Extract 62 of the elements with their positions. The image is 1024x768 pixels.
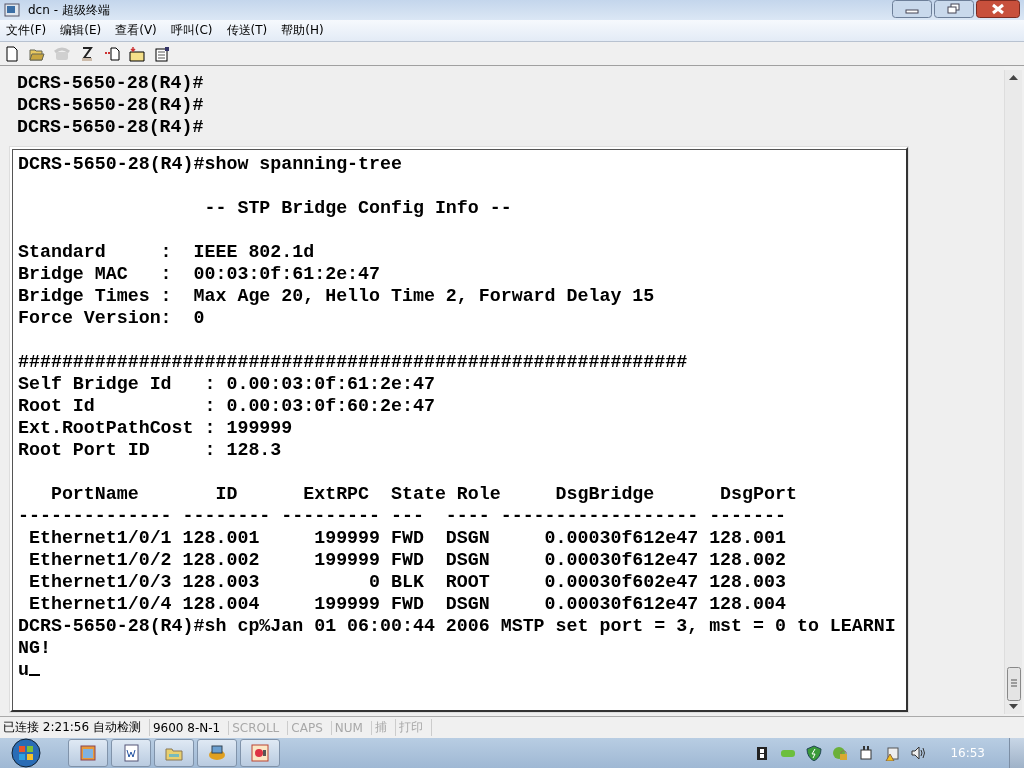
terminal-line: Ext.RootPathCost : 199999	[18, 417, 293, 439]
window-title: dcn - 超级终端	[28, 1, 111, 19]
minimize-button[interactable]	[892, 0, 932, 18]
status-field: 已连接 2:21:56 自动检测	[0, 719, 150, 736]
power-plug-icon[interactable]	[858, 745, 875, 761]
status-field: 9600 8-N-1	[149, 720, 230, 735]
terminal-line: Force Version: 0	[18, 307, 205, 329]
scroll-thumb[interactable]	[1006, 667, 1021, 701]
receive-file-icon[interactable]	[129, 45, 145, 62]
terminal-line: Ethernet1/0/4 128.004 199999 FWD DSGN 0.00030f612e47 128.004	[27, 593, 786, 615]
terminal-line: Root Port ID : 128.3	[18, 439, 282, 461]
terminal-line: NG!	[18, 637, 51, 659]
menu-item[interactable]: 传送(T)	[226, 22, 268, 39]
status-field: NUM	[331, 720, 372, 735]
status-field: CAPS	[288, 720, 332, 735]
close-button[interactable]	[976, 0, 1020, 18]
terminal-line: DCRS-5650-28(R4)#	[17, 94, 204, 116]
window-icon	[78, 743, 98, 763]
properties-icon[interactable]	[154, 45, 170, 62]
terminal-line: DCRS-5650-28(R4)#show spanning-tree	[18, 153, 402, 175]
scrollbar[interactable]	[1004, 70, 1022, 714]
network-icon[interactable]	[884, 745, 901, 761]
terminal-line: -- STP Bridge Config Info --	[203, 197, 512, 219]
menu-item[interactable]: 查看(V)	[115, 22, 157, 39]
presentation-icon	[250, 743, 270, 763]
terminal-line: Ethernet1/0/2 128.002 199999 FWD DSGN 0.00030f612e47 128.002	[27, 549, 786, 571]
terminal-line: -------------- -------- --------- --- ---- ------------------ -------	[18, 505, 786, 527]
terminal-line: DCRS-5650-28(R4)#	[17, 116, 204, 138]
restore-button[interactable]	[934, 0, 974, 18]
menu-item[interactable]: 文件(F)	[6, 22, 47, 39]
terminal-line: Ethernet1/0/1 128.001 199999 FWD DSGN 0.00030f612e47 128.001	[27, 527, 786, 549]
show-desktop-button[interactable]	[1009, 738, 1024, 768]
taskbar-button[interactable]	[154, 739, 194, 767]
menu-item[interactable]: 呼叫(C)	[170, 22, 213, 39]
terminal-line: Bridge Times : Max Age 20, Hello Time 2, Forward Delay 15	[18, 285, 655, 307]
scroll-down-icon[interactable]	[1009, 704, 1018, 710]
terminal-line: Standard : IEEE 802.1d	[18, 241, 315, 263]
terminal-line: Root Id : 0.00:03:0f:60:2e:47	[18, 395, 435, 417]
terminal-line: DCRS-5650-28(R4)#sh cp%Jan 01 06:00:44 2006 MSTP set port = 3, mst = 0 to LEARNI	[18, 615, 896, 637]
taskbar-button[interactable]	[68, 739, 108, 767]
document-icon	[121, 743, 141, 763]
taskbar-button[interactable]	[240, 739, 280, 767]
app-icon	[4, 3, 20, 17]
terminal-line: Self Bridge Id : 0.00:03:0f:61:2e:47	[18, 373, 435, 395]
terminal-line: Ethernet1/0/3 128.003 0 BLK ROOT 0.00030f602e47 128.003	[27, 571, 786, 593]
menu-item[interactable]: 编辑(E)	[60, 22, 102, 39]
terminal-line: Bridge MAC : 00:03:0f:61:2e:47	[18, 263, 381, 285]
terminal-line: PortName ID ExtRPC State Role DsgBridge DsgPort	[49, 483, 797, 505]
status-field: 打印	[395, 719, 432, 736]
taskbar-button[interactable]	[197, 739, 237, 767]
shield-icon[interactable]	[806, 745, 823, 761]
terminal-line: u	[18, 659, 29, 681]
status-field: 捕	[371, 719, 396, 736]
scroll-up-icon[interactable]	[1009, 74, 1018, 80]
taskbar-button[interactable]	[111, 739, 151, 767]
menu-item[interactable]: 帮助(H)	[281, 22, 324, 39]
terminal-line: #############################################################	[18, 351, 688, 373]
speaker-icon[interactable]	[910, 745, 927, 761]
terminal-line: DCRS-5650-28(R4)#	[17, 72, 204, 94]
status-field: SCROLL	[229, 720, 289, 735]
new-document-icon[interactable]	[4, 45, 20, 62]
send-file-icon[interactable]	[104, 45, 120, 62]
